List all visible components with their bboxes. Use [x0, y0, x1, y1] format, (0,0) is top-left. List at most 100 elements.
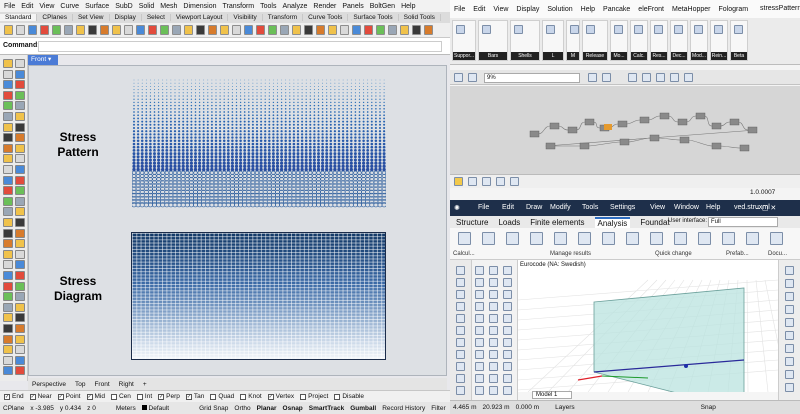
side-tool-icon[interactable]: [3, 175, 13, 185]
side-tool-icon[interactable]: [3, 165, 13, 174]
osnap-project[interactable]: Project: [300, 393, 328, 400]
gh-component-icon[interactable]: [674, 25, 683, 34]
fem-tool-icon[interactable]: [674, 232, 687, 245]
fem-view-icon[interactable]: [785, 370, 794, 379]
fem-view-icon[interactable]: [785, 305, 794, 314]
fem-menu-window[interactable]: Window: [674, 204, 699, 211]
side-tool-icon[interactable]: [15, 313, 25, 323]
osnap-perp[interactable]: ✓ Perp: [158, 393, 180, 400]
tab-set-view[interactable]: Set View: [73, 14, 110, 21]
toolbar-tool-icon[interactable]: [244, 25, 253, 35]
gh-solver-icon[interactable]: [684, 73, 693, 82]
osnap-checkbox[interactable]: [334, 393, 341, 400]
toolbar-tool-icon[interactable]: [256, 25, 265, 35]
gh-component-icon[interactable]: [586, 25, 595, 34]
fem-tool-icon[interactable]: [770, 232, 783, 245]
side-tool-icon[interactable]: [15, 175, 25, 185]
toolbar-tool-icon[interactable]: [160, 25, 169, 35]
toolbar-tool-icon[interactable]: [76, 25, 85, 35]
osnap-knot[interactable]: Knot: [240, 393, 262, 400]
side-tool-icon[interactable]: [15, 324, 25, 333]
side-tool-icon[interactable]: [3, 112, 13, 121]
fem-draw-tool-icon[interactable]: [489, 386, 498, 395]
command-input[interactable]: [38, 41, 442, 52]
side-tool-icon[interactable]: [15, 334, 25, 344]
fem-menu-draw[interactable]: Draw: [526, 204, 542, 211]
fem-draw-tool-icon[interactable]: [489, 374, 498, 383]
fem-draw-tool-icon[interactable]: [503, 374, 512, 383]
add-view-icon[interactable]: +: [143, 381, 147, 388]
fem-side-icon[interactable]: [456, 302, 465, 311]
front-viewport[interactable]: Stress Pattern Stress Diagram: [28, 65, 447, 376]
toolbar-tool-icon[interactable]: [52, 25, 61, 35]
fem-draw-tool-icon[interactable]: [475, 326, 484, 335]
side-tool-icon[interactable]: [3, 59, 13, 68]
gh-pen-icon[interactable]: [602, 73, 611, 82]
toolbar-tool-icon[interactable]: [196, 25, 205, 35]
fem-draw-tool-icon[interactable]: [489, 362, 498, 371]
status-layer[interactable]: Default: [141, 404, 169, 412]
gh-group-dec[interactable]: Dec...: [670, 20, 688, 61]
side-tool-icon[interactable]: [15, 80, 25, 90]
view-tab-perspective[interactable]: Perspective: [32, 381, 66, 388]
side-tool-icon[interactable]: [3, 334, 13, 344]
gh-component-icon[interactable]: [482, 25, 491, 34]
window-controls[interactable]: – ▢ ✕: [756, 204, 776, 212]
fem-draw-tool-icon[interactable]: [475, 290, 484, 299]
fem-menu-view[interactable]: View: [650, 204, 665, 211]
tab-curve-tools[interactable]: Curve Tools: [303, 14, 349, 21]
menu-tools[interactable]: Tools: [260, 3, 276, 10]
menu-surface[interactable]: Surface: [85, 3, 109, 10]
side-tool-icon[interactable]: [15, 154, 25, 164]
fem-draw-tool-icon[interactable]: [475, 350, 484, 359]
menu-edit[interactable]: Edit: [21, 3, 33, 10]
side-tool-icon[interactable]: [15, 122, 25, 132]
fem-side-icon[interactable]: [456, 278, 465, 287]
gh-group-release[interactable]: Release: [582, 20, 608, 61]
toolbar-tool-icon[interactable]: [340, 25, 349, 35]
fem-draw-tool-icon[interactable]: [503, 266, 512, 275]
gh-group-bars[interactable]: Bars: [478, 20, 508, 61]
tab-surface-tools[interactable]: Surface Tools: [348, 14, 399, 21]
osnap-end[interactable]: ✓ End: [4, 393, 24, 400]
gh-group-beta[interactable]: Beta: [730, 20, 748, 61]
gh-component-icon[interactable]: [614, 25, 623, 34]
toolbar-tool-icon[interactable]: [136, 25, 145, 35]
fem-side-icon[interactable]: [456, 374, 465, 383]
side-tool-icon[interactable]: [15, 366, 25, 376]
toolbar-tool-icon[interactable]: [328, 25, 337, 35]
toolbar-tool-icon[interactable]: [400, 25, 409, 35]
gh-group-m[interactable]: M: [566, 20, 580, 61]
side-tool-icon[interactable]: [3, 281, 13, 291]
toolbar-tool-icon[interactable]: [220, 25, 229, 35]
gh-menu-pancake[interactable]: Pancake: [603, 6, 630, 13]
status-cplane[interactable]: CPlane: [3, 405, 24, 412]
status-filter[interactable]: Filter: [431, 405, 445, 412]
fem-tool-icon[interactable]: [554, 232, 567, 245]
fem-draw-tool-icon[interactable]: [475, 338, 484, 347]
fem-tool-icon[interactable]: [530, 232, 543, 245]
tab-solid-tools[interactable]: Solid Tools: [399, 14, 441, 21]
gh-component-icon[interactable]: [694, 25, 703, 34]
fem-draw-tool-icon[interactable]: [489, 290, 498, 299]
status-osnap[interactable]: Osnap: [283, 405, 303, 412]
side-tool-icon[interactable]: [15, 90, 25, 100]
toolbar-tool-icon[interactable]: [280, 25, 289, 35]
fem-draw-tool-icon[interactable]: [475, 386, 484, 395]
menu-solid[interactable]: Solid: [139, 3, 155, 10]
toolbar-tool-icon[interactable]: [292, 25, 301, 35]
fem-tool-icon[interactable]: [698, 232, 711, 245]
fem-status-snap[interactable]: Snap: [701, 404, 716, 411]
side-tool-icon[interactable]: [15, 143, 25, 153]
toolbar-tool-icon[interactable]: [4, 25, 13, 35]
gh-component-icon[interactable]: [634, 25, 643, 34]
osnap-checkbox[interactable]: [110, 393, 117, 400]
fem-side-icon[interactable]: [456, 338, 465, 347]
fem-tool-icon[interactable]: [578, 232, 591, 245]
status-gumball[interactable]: Gumball: [350, 405, 376, 412]
fem-tool-icon[interactable]: [650, 232, 663, 245]
gh-arrow-icon[interactable]: [468, 177, 477, 186]
fem-draw-tool-icon[interactable]: [489, 314, 498, 323]
gh-group-shells[interactable]: Shells: [510, 20, 540, 61]
osnap-checkbox[interactable]: ✓: [29, 393, 36, 400]
